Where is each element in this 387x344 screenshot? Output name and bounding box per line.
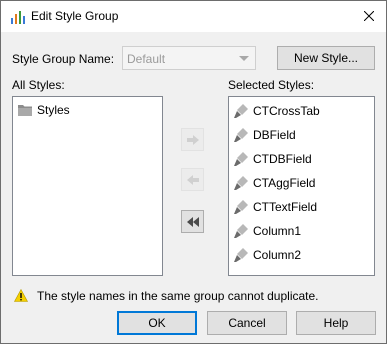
list-item-cttextfield[interactable]: CTTextField xyxy=(233,198,317,216)
list-item-ctcrosstab[interactable]: CTCrossTab xyxy=(233,102,320,120)
title-bar: Edit Style Group xyxy=(1,1,386,32)
list-item-ctdbfield[interactable]: CTDBField xyxy=(233,150,312,168)
list-item-styles[interactable]: Styles xyxy=(17,101,70,119)
help-button[interactable]: Help xyxy=(296,311,376,335)
folder-icon xyxy=(18,105,32,116)
style-brush-icon xyxy=(234,200,248,214)
style-group-name-value: Default xyxy=(127,52,166,66)
cancel-button[interactable]: Cancel xyxy=(207,311,287,335)
style-brush-icon xyxy=(234,248,248,262)
style-brush-icon xyxy=(234,176,248,190)
close-button[interactable] xyxy=(356,4,382,28)
chevron-down-icon xyxy=(239,56,249,61)
double-arrow-left-icon xyxy=(186,216,199,227)
edit-style-group-dialog: Edit Style Group Style Group Name: Defau… xyxy=(0,0,387,344)
list-item-label: DBField xyxy=(253,128,296,142)
style-brush-icon xyxy=(234,224,248,238)
ok-button[interactable]: OK xyxy=(117,311,197,335)
style-group-name-label: Style Group Name: xyxy=(12,52,115,66)
list-item-label: CTAggField xyxy=(253,176,316,190)
selected-styles-list[interactable]: CTCrossTab DBField CTDBField CTAggField … xyxy=(228,96,375,276)
list-item-column2[interactable]: Column2 xyxy=(233,246,301,264)
list-item-column1[interactable]: Column1 xyxy=(233,222,301,240)
list-item-label: CTTextField xyxy=(253,200,318,214)
arrow-right-icon xyxy=(186,134,199,145)
close-icon xyxy=(364,11,374,21)
style-brush-icon xyxy=(234,152,248,166)
window-title: Edit Style Group xyxy=(31,9,119,23)
style-group-name-combobox[interactable]: Default xyxy=(122,46,256,70)
list-item-label: CTDBField xyxy=(253,152,312,166)
list-item-label: Column2 xyxy=(253,248,302,262)
new-style-button[interactable]: New Style... xyxy=(277,46,375,70)
all-styles-list[interactable]: Styles xyxy=(12,96,163,276)
arrow-left-icon xyxy=(186,174,199,185)
all-styles-label: All Styles: xyxy=(12,78,65,92)
list-item-ctaggfield[interactable]: CTAggField xyxy=(233,174,315,192)
add-style-button[interactable] xyxy=(181,128,204,151)
remove-all-styles-button[interactable] xyxy=(181,210,204,233)
message-text: The style names in the same group cannot… xyxy=(37,289,319,303)
warning-icon xyxy=(14,289,28,302)
list-item-dbfield[interactable]: DBField xyxy=(233,126,296,144)
remove-style-button[interactable] xyxy=(181,168,204,191)
selected-styles-label: Selected Styles: xyxy=(228,78,315,92)
style-brush-icon xyxy=(234,128,248,142)
style-group-icon xyxy=(11,11,25,24)
list-item-label: CTCrossTab xyxy=(253,104,320,118)
style-brush-icon xyxy=(234,104,248,118)
list-item-label: Styles xyxy=(37,103,70,117)
list-item-label: Column1 xyxy=(253,224,302,238)
